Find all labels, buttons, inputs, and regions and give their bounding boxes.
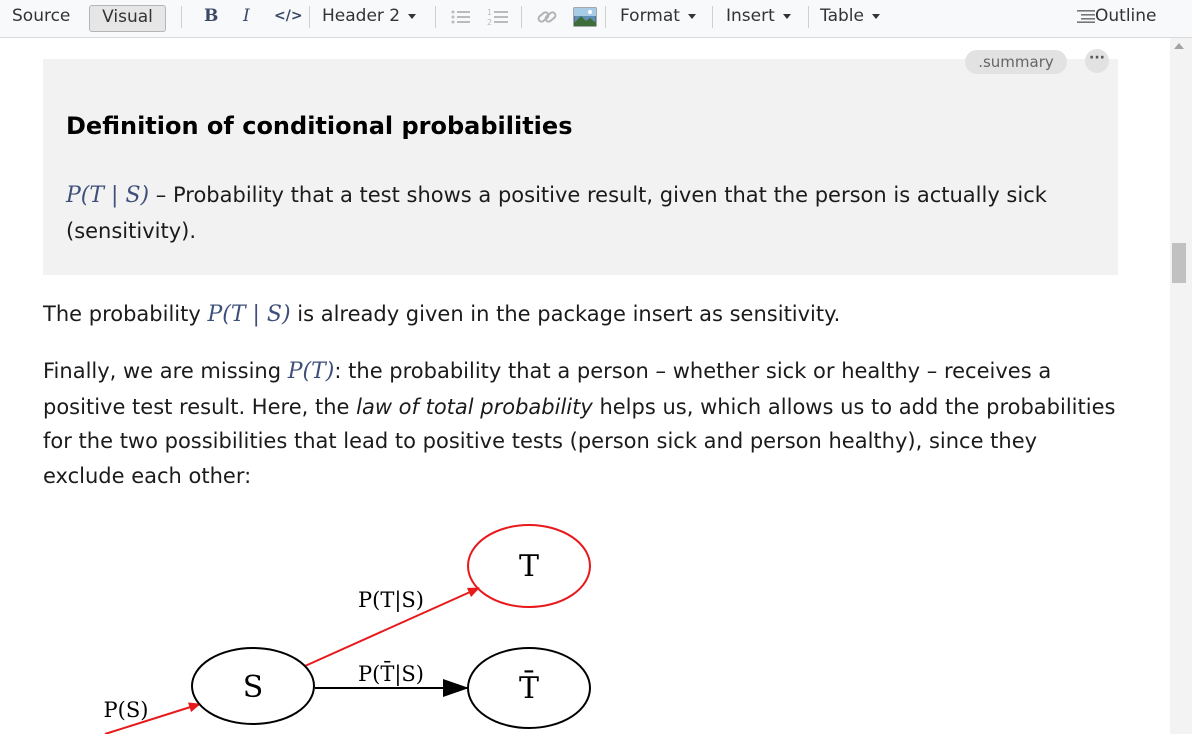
table-menu[interactable]: Table xyxy=(820,0,880,32)
summary-definition-text: – Probability that a test shows a positi… xyxy=(66,183,1047,243)
svg-text:1: 1 xyxy=(487,8,492,17)
table-menu-label: Table xyxy=(820,6,864,26)
toolbar-divider xyxy=(309,6,310,28)
paragraph-text: The probability xyxy=(43,302,208,326)
outline-icon xyxy=(1077,9,1095,23)
chevron-down-icon xyxy=(408,13,417,19)
toolbar-divider xyxy=(808,6,809,28)
paragraph-text: Finally, we are missing xyxy=(43,359,288,383)
chevron-down-icon xyxy=(782,13,791,19)
toolbar-divider xyxy=(605,6,606,28)
numbered-list-icon[interactable]: 1 2 xyxy=(487,8,509,26)
editor-toolbar: Source Visual B I </> Header 2 1 2 Forma… xyxy=(0,0,1192,38)
link-icon[interactable] xyxy=(536,7,558,27)
outline-label: Outline xyxy=(1095,6,1157,26)
format-menu-label: Format xyxy=(620,6,680,26)
edge-label-t-given-s: P(T|S) xyxy=(358,588,424,613)
summary-definition: P(T | S) – Probability that a test shows… xyxy=(66,178,1106,248)
svg-text:2: 2 xyxy=(487,18,492,26)
vertical-scrollbar[interactable] xyxy=(1170,38,1192,734)
scroll-up-arrow-icon[interactable] xyxy=(1174,43,1184,49)
summary-class-tag[interactable]: .summary xyxy=(965,50,1067,74)
edge-label-tbar-given-s: P(T̄|S) xyxy=(358,661,424,687)
math-expression: P(T) xyxy=(287,359,335,384)
toolbar-divider xyxy=(521,6,522,28)
format-menu[interactable]: Format xyxy=(620,0,696,32)
bullet-list-icon[interactable] xyxy=(451,9,471,25)
node-tbar-label: T̄ xyxy=(519,670,539,706)
paragraph-total-probability: Finally, we are missing P(T): the probab… xyxy=(43,354,1118,493)
bold-button[interactable]: B xyxy=(204,0,218,32)
toolbar-divider xyxy=(181,6,182,28)
source-mode-button[interactable]: Source xyxy=(12,0,70,32)
more-options-button[interactable]: ··· xyxy=(1085,49,1109,73)
toolbar-divider xyxy=(712,6,713,28)
outline-button[interactable]: Outline xyxy=(1077,0,1157,32)
scrollbar-thumb[interactable] xyxy=(1172,243,1186,283)
insert-menu-label: Insert xyxy=(726,6,775,26)
probability-tree-diagram: P(S) P(T|S) P(T̄|S) S T T̄ xyxy=(104,524,591,734)
image-icon[interactable] xyxy=(573,6,597,28)
insert-menu[interactable]: Insert xyxy=(726,0,791,32)
node-t-label: T xyxy=(519,549,539,584)
code-button[interactable]: </> xyxy=(274,0,303,32)
chevron-down-icon xyxy=(871,13,880,19)
paragraph-text: is already given in the package insert a… xyxy=(290,302,841,326)
toolbar-divider xyxy=(435,6,436,28)
emphasized-text: law of total probability xyxy=(356,394,593,419)
paragraph-sensitivity: The probability P(T | S) is already give… xyxy=(43,297,1118,333)
node-s-label: S xyxy=(243,670,264,705)
summary-heading: Definition of conditional probabilities xyxy=(66,112,573,140)
heading-dropdown[interactable]: Header 2 xyxy=(322,0,417,32)
edge-label-p-s: P(S) xyxy=(104,698,149,722)
heading-dropdown-label: Header 2 xyxy=(322,6,401,26)
italic-button[interactable]: I xyxy=(243,0,250,32)
math-expression: P(T | S) xyxy=(66,183,150,208)
math-expression: P(T | S) xyxy=(207,302,291,327)
chevron-down-icon xyxy=(687,13,696,19)
visual-mode-button[interactable]: Visual xyxy=(89,5,166,32)
